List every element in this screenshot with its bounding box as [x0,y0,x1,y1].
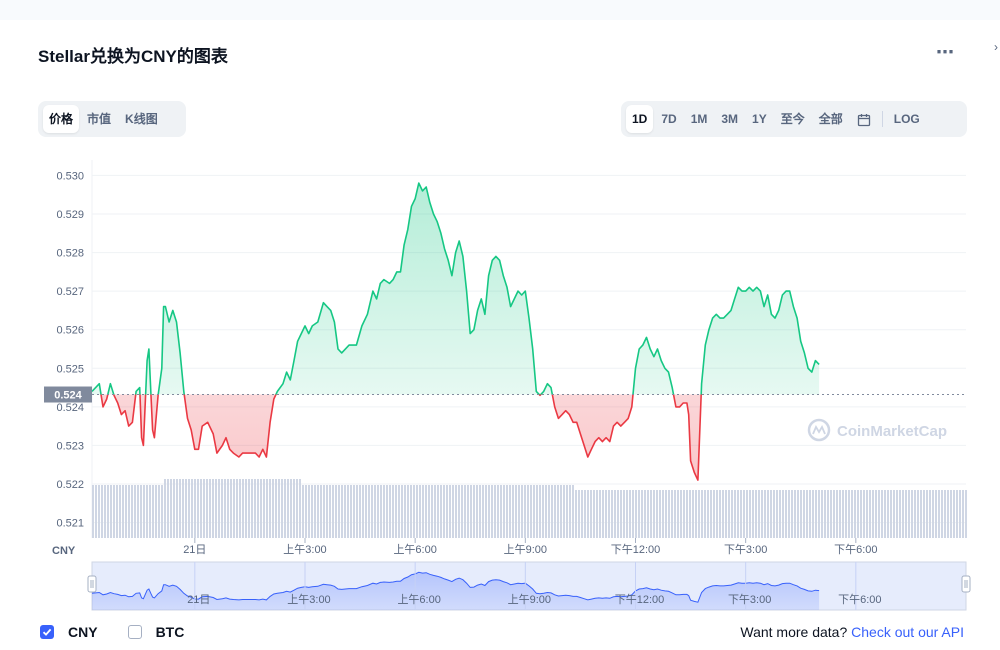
btc-label: BTC [155,624,185,640]
chart-title: Stellar兑换为CNY的图表 [38,47,228,66]
range-tab-2[interactable]: 1M [685,105,714,133]
range-tab-6[interactable]: 全部 [813,105,849,133]
range-tab-1[interactable]: 7D [655,105,682,133]
range-tab-5[interactable]: 至今 [775,105,811,133]
range-tabs: 1D 7D 1M 3M 1Y 至今 全部 LOG [621,101,967,137]
view-tab-0[interactable]: 价格 [43,105,80,133]
cny-label: CNY [68,624,98,640]
range-tab-0[interactable]: 1D [626,105,654,133]
cny-checkbox[interactable] [40,625,54,639]
range-tab-3[interactable]: 3M [715,105,744,133]
api-text: Want more data? [740,624,848,640]
api-promo: Want more data? Check out our API [740,624,964,640]
view-tab-1[interactable]: 市值 [81,105,117,133]
tab-divider [881,111,883,127]
api-link[interactable]: Check out our API [851,624,964,640]
legend: CNY BTC [40,624,214,640]
btc-checkbox[interactable] [127,625,142,639]
collapse-icon: › [994,40,998,54]
log-toggle[interactable]: LOG [888,105,926,133]
view-tab-2[interactable]: K线图 [119,105,164,133]
range-tab-4[interactable]: 1Y [746,105,773,133]
calendar-icon[interactable] [851,105,877,133]
more-options-icon[interactable]: ⋯ [936,42,955,63]
view-tabs: 价格 市值 K线图 [38,101,186,137]
top-strip [0,0,1000,20]
check-icon [42,628,52,636]
